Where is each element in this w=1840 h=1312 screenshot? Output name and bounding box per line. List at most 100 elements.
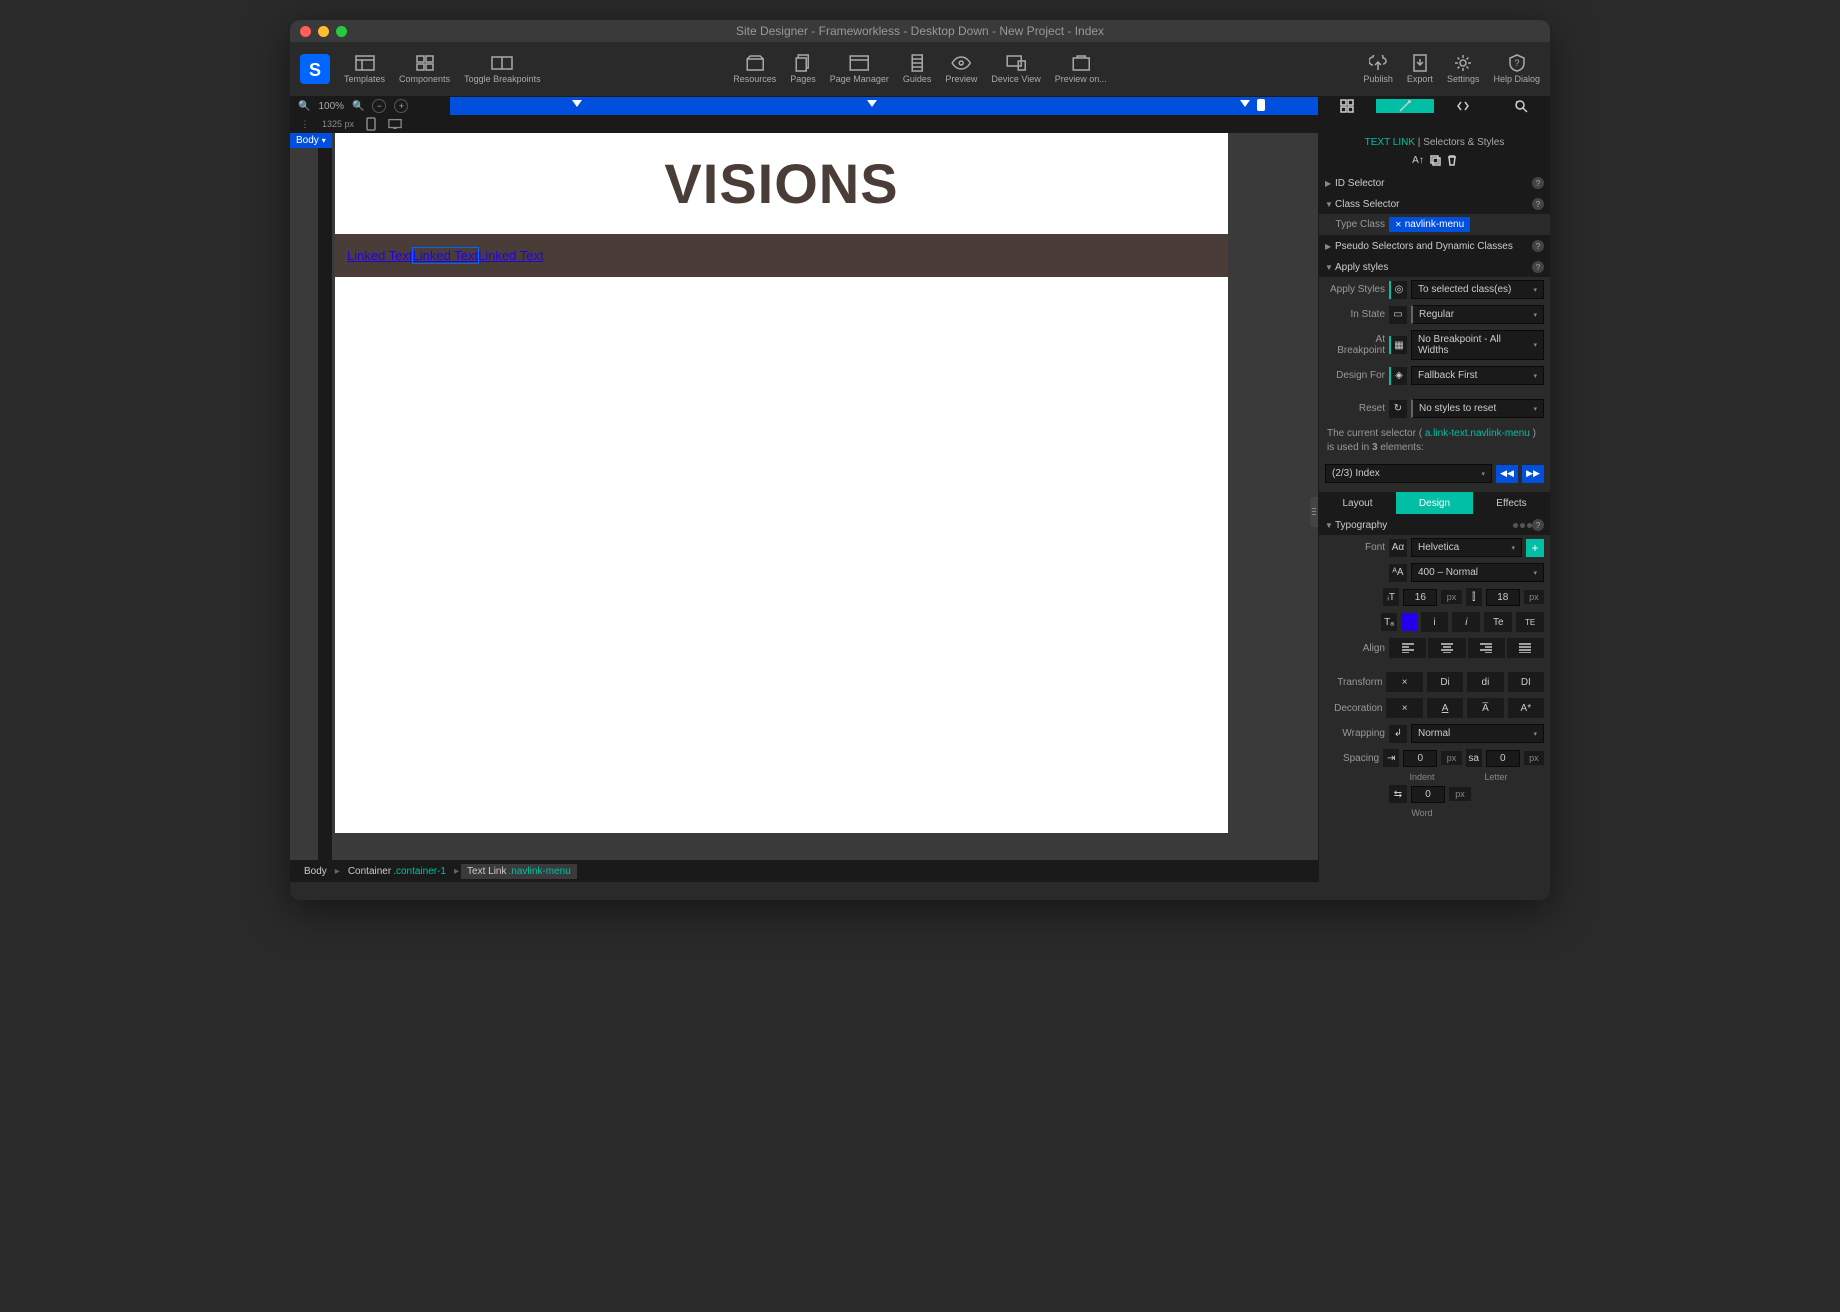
id-selector-section[interactable]: ▶ID Selector? [1319,172,1550,193]
transform-none-button[interactable]: × [1386,672,1422,692]
delete-icon[interactable] [1447,155,1457,169]
nav-container[interactable]: Linked TextLinked TextLinked Text [335,234,1228,277]
nav-link[interactable]: Linked Text [347,248,413,263]
close-window-icon[interactable] [300,26,311,37]
breakpoint-marker[interactable] [572,100,582,107]
help-icon[interactable]: ? [1532,261,1544,273]
lh-unit[interactable]: px [1524,590,1544,604]
preview-on-button[interactable]: Preview on... [1055,54,1107,84]
align-justify-button[interactable] [1507,638,1544,658]
toggle-breakpoints-button[interactable]: Toggle Breakpoints [464,54,541,84]
transform-upper-button[interactable]: DI [1508,672,1544,692]
element-nav-select[interactable]: (2/3) Index [1325,464,1492,483]
smallcaps-button[interactable]: Te [1484,612,1512,632]
size-icon[interactable]: ᵢT [1383,588,1399,606]
state-icon[interactable]: ▭ [1389,306,1407,324]
breakpoint-marker[interactable] [1240,100,1250,107]
mobile-icon[interactable] [364,117,378,131]
word-spacing-icon[interactable]: ⇆ [1389,785,1407,803]
at-breakpoint-select[interactable]: No Breakpoint - All Widths [1411,330,1544,360]
device-view-button[interactable]: Device View [991,54,1040,84]
minimize-window-icon[interactable] [318,26,329,37]
weight-icon[interactable]: ᴬA [1389,564,1407,582]
wrap-icon[interactable]: ↲ [1389,725,1407,743]
panel-tab-styles[interactable] [1376,99,1434,113]
pages-button[interactable]: Pages [790,54,816,84]
text-style-icon[interactable]: A↑ [1412,155,1424,169]
decoration-strike-button[interactable]: A* [1508,698,1544,718]
breadcrumb-item[interactable]: Body [298,864,333,879]
preview-button[interactable]: Preview [945,54,977,84]
add-font-button[interactable]: + [1526,539,1544,557]
align-right-button[interactable] [1468,638,1505,658]
components-button[interactable]: Components [399,54,450,84]
font-size-input[interactable] [1403,589,1437,606]
word-unit[interactable]: px [1449,787,1471,801]
help-dialog-button[interactable]: ?Help Dialog [1493,54,1540,84]
design-canvas[interactable]: VISIONS Linked TextLinked TextLinked Tex… [335,133,1228,833]
resources-button[interactable]: Resources [733,54,776,84]
nav-link-selected[interactable]: Linked Text [413,248,479,263]
page-heading[interactable]: VISIONS [335,133,1228,234]
body-element-tag[interactable]: Body [290,133,332,148]
indent-unit[interactable]: px [1441,751,1461,765]
help-icon[interactable]: ? [1532,198,1544,210]
color-icon[interactable]: Tₐ [1381,613,1397,631]
word-spacing-input[interactable] [1411,786,1445,803]
pseudo-selectors-section[interactable]: ▶Pseudo Selectors and Dynamic Classes? [1319,235,1550,256]
next-element-button[interactable]: ▶▶ [1522,465,1544,483]
indent-icon[interactable]: ⇥ [1383,749,1399,767]
design-tab[interactable]: Design [1396,492,1473,514]
letter-spacing-icon[interactable]: s͏a [1466,749,1482,767]
transform-cap-button[interactable]: Di [1427,672,1463,692]
decoration-none-button[interactable]: × [1386,698,1422,718]
page-manager-button[interactable]: Page Manager [830,54,889,84]
canvas-resize-handle[interactable] [1310,497,1318,527]
reset-icon[interactable]: ↻ [1389,400,1407,418]
font-weight-select[interactable]: 400 – Normal [1411,563,1544,582]
bp-icon[interactable]: ▦ [1389,336,1407,354]
target-icon[interactable]: ◎ [1389,281,1407,299]
design-for-select[interactable]: Fallback First [1411,366,1544,385]
class-selector-section[interactable]: ▼Class Selector? [1319,193,1550,214]
panel-tab-grid[interactable] [1318,99,1376,113]
text-color-swatch[interactable] [1401,613,1417,631]
italic2-button[interactable]: i [1452,612,1480,632]
zoom-minus-button[interactable]: − [372,99,386,113]
panel-tab-code[interactable] [1434,99,1492,113]
app-logo[interactable]: S [300,54,330,84]
zoom-plus-button[interactable]: + [394,99,408,113]
in-state-select[interactable]: Regular [1411,305,1544,324]
guides-button[interactable]: Guides [903,54,932,84]
apply-styles-select[interactable]: To selected class(es) [1411,280,1544,299]
breakpoint-handle[interactable] [1257,99,1265,111]
decoration-overline-button[interactable]: A̅ [1467,698,1503,718]
publish-button[interactable]: Publish [1363,54,1393,84]
allcaps-button[interactable]: TE [1516,612,1544,632]
typography-section[interactable]: ▼Typography? [1319,514,1550,535]
nav-link[interactable]: Linked Text [478,248,544,263]
align-center-button[interactable] [1428,638,1465,658]
prev-element-button[interactable]: ◀◀ [1496,465,1518,483]
letter-spacing-input[interactable] [1486,750,1520,767]
settings-button[interactable]: Settings [1447,54,1480,84]
size-unit[interactable]: px [1441,590,1461,604]
breadcrumb-item-active[interactable]: Text Link.navlink-menu [461,864,577,879]
align-left-button[interactable] [1389,638,1426,658]
reset-select[interactable]: No styles to reset [1411,399,1544,418]
breakpoint-track[interactable] [450,97,1318,115]
italic-button[interactable]: i [1421,612,1449,632]
apply-styles-section[interactable]: ▼Apply styles? [1319,256,1550,277]
lineheight-icon[interactable]: ⫿ [1466,588,1482,606]
wrapping-select[interactable]: Normal [1411,724,1544,743]
panel-tab-search[interactable] [1492,99,1550,113]
indent-input[interactable] [1403,750,1437,767]
help-icon[interactable]: ? [1532,519,1544,531]
grip-icon[interactable]: ⋮ [298,117,312,131]
help-icon[interactable]: ? [1532,240,1544,252]
decoration-underline-button[interactable]: A [1427,698,1463,718]
maximize-window-icon[interactable] [336,26,347,37]
font-select[interactable]: Helvetica [1411,538,1522,557]
zoom-in-icon[interactable]: 🔍 [352,101,364,112]
class-chip[interactable]: ✕navlink-menu [1389,217,1470,232]
